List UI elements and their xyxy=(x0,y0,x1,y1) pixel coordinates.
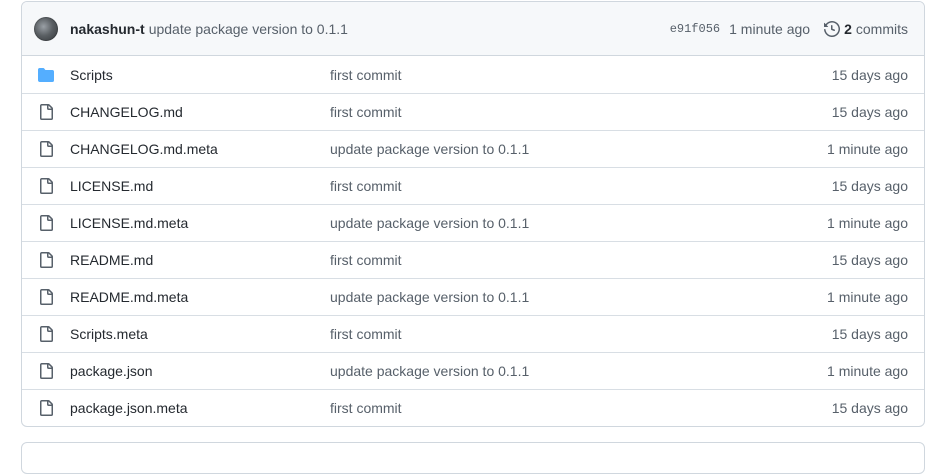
file-row[interactable]: CHANGELOG.md.meta update package version … xyxy=(22,130,924,167)
file-name-link[interactable]: package.json xyxy=(70,363,330,379)
file-commit-message-link[interactable]: first commit xyxy=(330,104,832,120)
file-row[interactable]: package.json.meta first commit 15 days ago xyxy=(22,389,924,426)
file-icon xyxy=(38,252,54,268)
file-row[interactable]: LICENSE.md.meta update package version to… xyxy=(22,204,924,241)
commit-sha-link[interactable]: e91f056 xyxy=(670,22,720,36)
file-row[interactable]: README.md.meta update package version to … xyxy=(22,278,924,315)
file-row[interactable]: CHANGELOG.md first commit 15 days ago xyxy=(22,93,924,130)
commits-label: commits xyxy=(855,20,908,37)
folder-icon xyxy=(38,67,54,83)
commit-count: 2 xyxy=(844,20,852,37)
file-name-link[interactable]: README.md xyxy=(70,252,330,268)
file-commit-age: 15 days ago xyxy=(831,104,908,120)
file-row[interactable]: Scripts first commit 15 days ago xyxy=(22,56,924,93)
avatar[interactable] xyxy=(34,16,58,41)
file-name-link[interactable]: README.md.meta xyxy=(70,289,330,305)
file-commit-age: 15 days ago xyxy=(831,400,908,416)
file-commit-message-link[interactable]: update package version to 0.1.1 xyxy=(330,363,827,379)
file-commit-age: 15 days ago xyxy=(831,178,908,194)
file-icon xyxy=(38,326,54,342)
commit-author-link[interactable]: nakashun-t xyxy=(70,21,145,37)
file-name-link[interactable]: Scripts xyxy=(70,67,330,83)
file-commit-age: 15 days ago xyxy=(831,252,908,268)
file-browser: nakashun-t update package version to 0.1… xyxy=(21,1,925,427)
history-icon xyxy=(824,20,841,37)
file-icon xyxy=(38,363,54,379)
file-row[interactable]: LICENSE.md first commit 15 days ago xyxy=(22,167,924,204)
commits-history-link[interactable]: 2 commits xyxy=(824,21,908,37)
file-commit-age: 1 minute ago xyxy=(827,363,908,379)
file-name-link[interactable]: LICENSE.md xyxy=(70,178,330,194)
file-commit-message-link[interactable]: update package version to 0.1.1 xyxy=(330,289,827,305)
commit-message-link[interactable]: update package version to 0.1.1 xyxy=(149,21,348,37)
file-list: Scripts first commit 15 days ago CHANGELOG.… xyxy=(22,56,924,426)
file-icon xyxy=(38,289,54,305)
file-commit-message-link[interactable]: update package version to 0.1.1 xyxy=(330,141,827,157)
file-icon xyxy=(38,141,54,157)
file-row[interactable]: Scripts.meta first commit 15 days ago xyxy=(22,315,924,352)
file-commit-message-link[interactable]: first commit xyxy=(330,178,832,194)
file-commit-age: 1 minute ago xyxy=(827,141,908,157)
latest-commit-bar: nakashun-t update package version to 0.1… xyxy=(22,2,924,56)
file-name-link[interactable]: LICENSE.md.meta xyxy=(70,215,330,231)
file-commit-message-link[interactable]: update package version to 0.1.1 xyxy=(330,215,827,231)
readme-box xyxy=(21,442,925,474)
file-icon xyxy=(38,178,54,194)
file-commit-message-link[interactable]: first commit xyxy=(330,252,832,268)
file-icon xyxy=(38,104,54,120)
file-name-link[interactable]: CHANGELOG.md xyxy=(70,104,330,120)
file-name-link[interactable]: CHANGELOG.md.meta xyxy=(70,141,330,157)
file-icon xyxy=(38,400,54,416)
commit-time: 1 minute ago xyxy=(729,20,811,37)
file-commit-age: 15 days ago xyxy=(831,66,908,83)
file-commit-age: 1 minute ago xyxy=(827,289,908,305)
file-row[interactable]: package.json update package version to 0.… xyxy=(22,352,924,389)
file-name-link[interactable]: package.json.meta xyxy=(70,400,330,416)
file-commit-message-link[interactable]: first commit xyxy=(330,400,832,416)
file-commit-age: 1 minute ago xyxy=(827,215,908,231)
file-row[interactable]: README.md first commit 15 days ago xyxy=(22,241,924,278)
file-commit-age: 15 days ago xyxy=(831,326,908,342)
file-commit-message-link[interactable]: first commit xyxy=(330,67,832,83)
file-icon xyxy=(38,215,54,231)
file-commit-message-link[interactable]: first commit xyxy=(330,326,832,342)
file-name-link[interactable]: Scripts.meta xyxy=(70,326,330,342)
